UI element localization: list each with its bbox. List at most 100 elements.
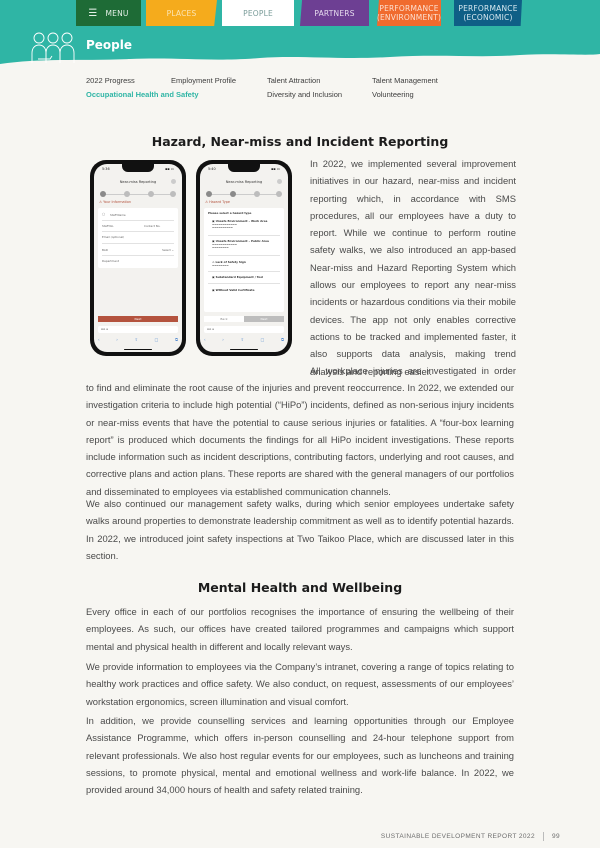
next-button[interactable]: Next (98, 316, 178, 322)
divider (102, 231, 174, 232)
share-icon[interactable]: ⇪ (135, 337, 138, 343)
tab-line-2: (ECONOMIC) (463, 13, 513, 22)
email-field[interactable]: Email (optional) (102, 235, 124, 239)
hazard-reporting-intro: In 2022, we implemented several improvem… (310, 158, 516, 377)
hazard-option[interactable]: ▣ Substandard Equipment / Tool (212, 275, 278, 279)
forward-icon[interactable]: › (116, 337, 118, 343)
tab-performance-economic[interactable]: PERFORMANCE (ECONOMIC) (454, 0, 522, 26)
home-indicator (230, 348, 258, 350)
safety-walks-paragraph: We also continued our management safety … (86, 498, 514, 561)
hazard-option[interactable]: ▣ Without Valid Certificate (212, 288, 278, 292)
subnav-2022-progress[interactable]: 2022 Progress (86, 76, 135, 85)
divider (102, 220, 174, 221)
bookmarks-icon[interactable]: □ (261, 337, 265, 343)
back-icon[interactable]: ‹ (204, 337, 206, 343)
subnav-occupational-health-safety[interactable]: Occupational Health and Safety (86, 90, 199, 99)
browser-toolbar: ‹ › ⇪ □ ⧉ (204, 337, 284, 343)
subnav-employment-profile[interactable]: Employment Profile (171, 76, 236, 85)
progress-stepper (100, 191, 176, 197)
app-menu-icon (277, 179, 282, 184)
menu-label: MENU (105, 8, 129, 18)
phone-screen: 5:40 ▪▪ ▭ Near-miss Reporting ⚠ Hazard T… (200, 164, 288, 352)
divider (208, 255, 280, 256)
status-time: 5:36 (102, 167, 110, 171)
divider (102, 243, 174, 244)
bookmarks-icon[interactable]: □ (155, 337, 159, 343)
bar-select[interactable]: Select ⌄ (162, 248, 174, 252)
staff-no-field[interactable]: Staff No. (102, 224, 114, 228)
status-time: 5:40 (208, 167, 216, 171)
hazard-description: ▬▬▬▬▬▬▬▬▬▬▬▬ ▬▬▬▬▬▬▬▬▬▬ (212, 223, 237, 229)
divider (208, 235, 280, 236)
subnav-diversity-inclusion[interactable]: Diversity and Inclusion (267, 90, 342, 99)
browser-url-bar[interactable]: AA a (98, 326, 178, 333)
department-field[interactable]: Department (102, 259, 119, 263)
share-icon[interactable]: ⇪ (241, 337, 244, 343)
step-label-text: Your Information (103, 200, 132, 204)
section-title: People (86, 38, 133, 52)
tab-line-2: (ENVIRONMENT) (376, 13, 442, 22)
contact-no-field[interactable]: Contact No. (144, 224, 160, 228)
hamburger-menu-icon: ☰ (88, 7, 98, 19)
subnav-volunteering[interactable]: Volunteering (372, 90, 414, 99)
next-button[interactable]: Next (244, 316, 284, 322)
page-footer: SUSTAINABLE DEVELOPMENT REPORT 2022 99 (380, 832, 560, 841)
step-4 (170, 191, 176, 197)
section-heading-mental-health: Mental Health and Wellbeing (197, 580, 403, 595)
page-number: 99 (551, 833, 560, 841)
staff-name-label: Staff Name (110, 213, 126, 217)
step-3 (254, 191, 260, 197)
injury-investigation-lead: All workplace injuries are investigated … (310, 365, 516, 376)
step-label-text: Hazard Type (209, 200, 230, 204)
tab-partners[interactable]: PARTNERS (300, 0, 369, 26)
step-2 (230, 191, 236, 197)
tab-people[interactable]: PEOPLE (222, 0, 294, 26)
hazard-option-label: Without Valid Certificate (215, 288, 255, 292)
step-4 (276, 191, 282, 197)
app-menu-icon (171, 179, 176, 184)
tab-places[interactable]: PLACES (146, 0, 217, 26)
footer-divider (542, 832, 544, 841)
phone-mockup-hazard-type: 5:40 ▪▪ ▭ Near-miss Reporting ⚠ Hazard T… (196, 160, 292, 356)
back-button[interactable]: Back (204, 316, 244, 322)
injury-investigation-paragraph: to find and eliminate the root cause of … (86, 382, 514, 497)
hazard-prompt: Please select a hazard type (208, 211, 252, 215)
divider (208, 271, 280, 272)
wellbeing-paragraph-3: In addition, we provide counselling serv… (86, 715, 514, 796)
torn-paper-edge (0, 54, 600, 72)
section-heading-hazard-reporting: Hazard, Near-miss and Incident Reporting (151, 134, 449, 149)
tabs-icon[interactable]: ⧉ (281, 337, 284, 343)
info-form-card: ◯ Staff Name Staff No. Contact No. Email… (98, 208, 178, 268)
report-title: SUSTAINABLE DEVELOPMENT REPORT 2022 (380, 833, 535, 841)
subnav-talent-attraction[interactable]: Talent Attraction (267, 76, 320, 85)
step-label: ⚠ Your Information (99, 200, 132, 204)
step-label: ⚠ Hazard Type (205, 200, 230, 204)
step-1 (206, 191, 212, 197)
step-3 (148, 191, 154, 197)
tab-line-1: PERFORMANCE (379, 4, 439, 13)
wellbeing-paragraph-1: Every office in each of our portfolios r… (86, 606, 514, 652)
people-group-icon (31, 32, 75, 63)
menu-button[interactable]: ☰ MENU (76, 0, 141, 26)
bar-field[interactable]: BAR (102, 248, 108, 252)
back-icon[interactable]: ‹ (98, 337, 100, 343)
subnav-talent-management[interactable]: Talent Management (372, 76, 438, 85)
signal-battery-icon: ▪▪ ▭ (165, 167, 174, 171)
tab-performance-environment-label: PERFORMANCE (ENVIRONMENT) (377, 4, 441, 22)
phone-notch (228, 164, 260, 172)
browser-url-bar[interactable]: AA a (204, 326, 284, 333)
hazard-description: ▬▬▬▬▬▬▬▬ (212, 264, 229, 267)
phone-screen: 5:36 ▪▪ ▭ Near-miss Reporting ⚠ Your Inf… (94, 164, 182, 352)
stepper-line (209, 193, 279, 195)
tab-places-label: PLACES (166, 8, 197, 18)
signal-battery-icon: ▪▪ ▭ (271, 167, 280, 171)
progress-stepper (206, 191, 282, 197)
tab-performance-environment[interactable]: PERFORMANCE (ENVIRONMENT) (377, 0, 441, 26)
tab-partners-label: PARTNERS (314, 8, 355, 18)
forward-icon[interactable]: › (222, 337, 224, 343)
hazard-option-label: Substandard Equipment / Tool (215, 275, 264, 279)
home-indicator (124, 348, 152, 350)
tabs-icon[interactable]: ⧉ (175, 337, 178, 343)
phone-notch (122, 164, 154, 172)
tab-line-1: PERFORMANCE (458, 4, 518, 13)
